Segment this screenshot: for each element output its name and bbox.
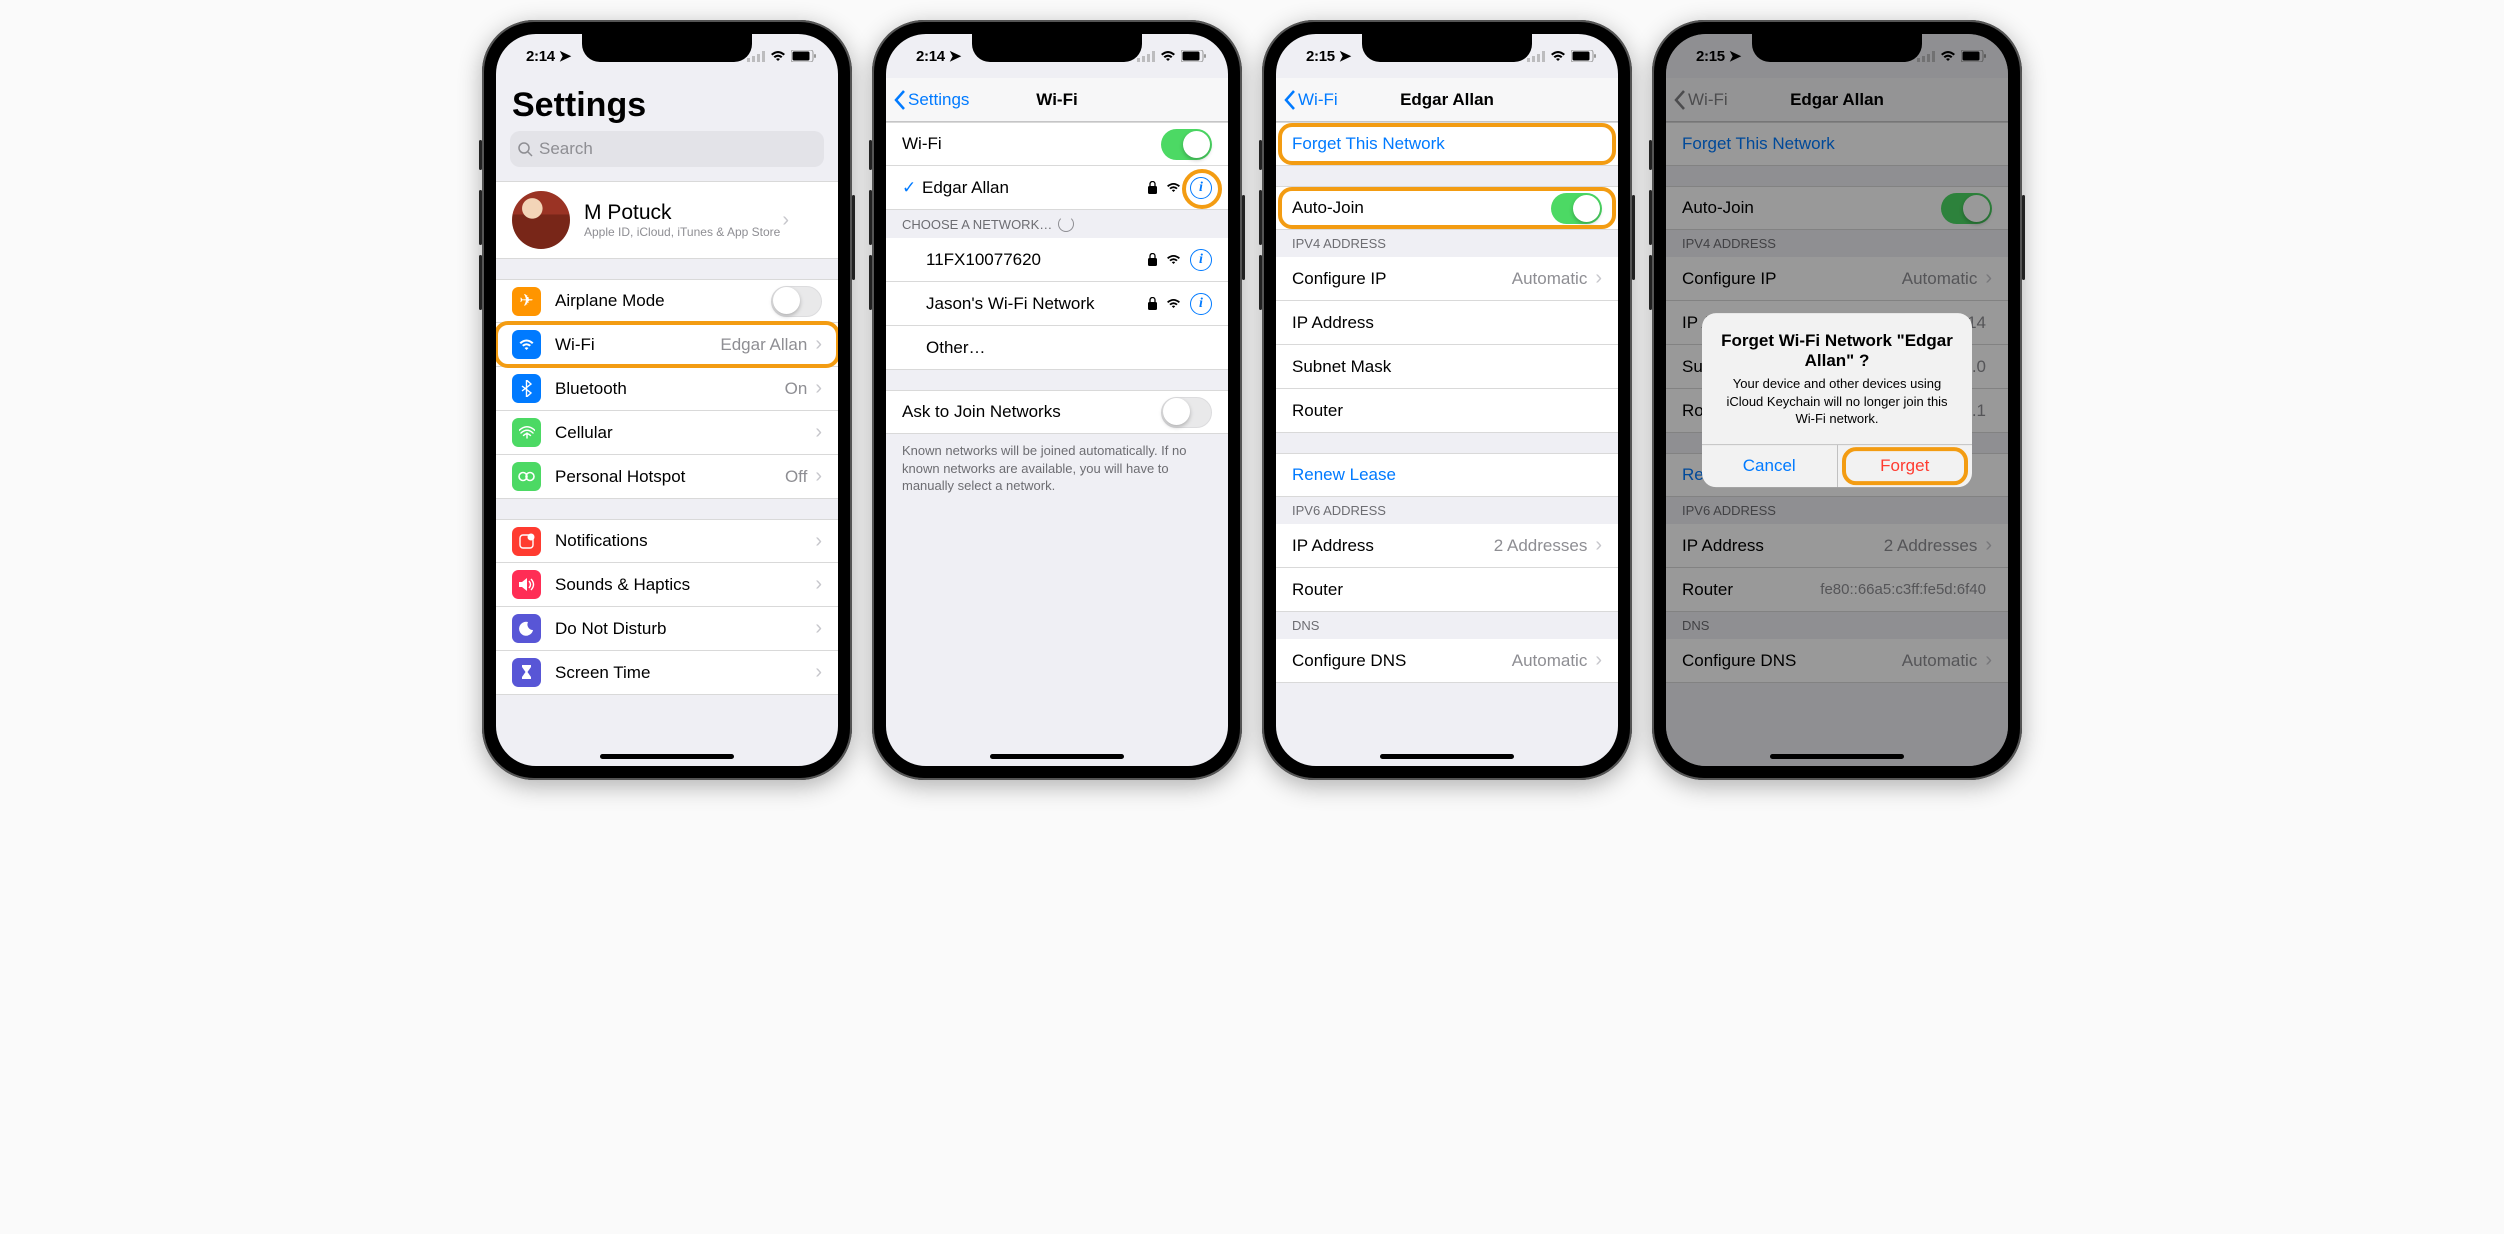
- row-notifications[interactable]: Notifications ›: [496, 519, 838, 563]
- info-icon[interactable]: i: [1190, 293, 1212, 315]
- bluetooth-icon: [512, 374, 541, 403]
- screentime-icon: [512, 658, 541, 687]
- ipv6-router-row: Router: [1276, 568, 1618, 612]
- connected-network-row[interactable]: ✓ Edgar Allan i: [886, 166, 1228, 210]
- alert-title: Forget Wi-Fi Network "Edgar Allan" ?: [1718, 331, 1956, 371]
- avatar: [512, 191, 570, 249]
- configure-ip-row[interactable]: Configure IP Automatic›: [1276, 257, 1618, 301]
- row-cellular[interactable]: Cellular ›: [496, 411, 838, 455]
- airplane-icon: ✈: [512, 287, 541, 316]
- network-row[interactable]: 11FX10077620 i: [886, 238, 1228, 282]
- cellular-icon: [512, 418, 541, 447]
- phone-frame-3: 2:15 ➤ Wi-Fi Edgar Allan Forget This Net…: [1262, 20, 1632, 780]
- home-indicator[interactable]: [990, 754, 1124, 759]
- chevron-left-icon: [894, 90, 906, 110]
- lock-icon: [1148, 181, 1157, 194]
- phone-frame-1: 2:14 ➤ Settings Search M Potuck Apple ID…: [482, 20, 852, 780]
- sounds-icon: [512, 570, 541, 599]
- back-button[interactable]: Wi-Fi: [1284, 90, 1338, 110]
- auto-join-toggle[interactable]: [1551, 193, 1602, 224]
- ipv4-header: IPV4 ADDRESS: [1276, 230, 1618, 257]
- search-input[interactable]: Search: [510, 131, 824, 167]
- nav-bar: Wi-Fi Edgar Allan: [1276, 78, 1618, 122]
- info-icon[interactable]: i: [1190, 249, 1212, 271]
- subnet-mask-row: Subnet Mask: [1276, 345, 1618, 389]
- phone-frame-2: 2:14 ➤ Settings Wi-Fi Wi-Fi ✓: [872, 20, 1242, 780]
- battery-icon: [791, 50, 816, 62]
- network-other-row[interactable]: Other…: [886, 326, 1228, 370]
- dnd-icon: [512, 614, 541, 643]
- back-button[interactable]: Settings: [894, 90, 969, 110]
- forget-network-row[interactable]: Forget This Network: [1276, 122, 1618, 166]
- info-icon[interactable]: i: [1190, 177, 1212, 199]
- ip-address-row: IP Address: [1276, 301, 1618, 345]
- auto-join-row[interactable]: Auto-Join: [1276, 186, 1618, 230]
- phone-frame-4: 2:15 ➤ Wi-Fi Edgar Allan Forget This Net…: [1652, 20, 2022, 780]
- wifi-toggle[interactable]: [1161, 129, 1212, 160]
- hotspot-icon: [512, 462, 541, 491]
- alert-forget-button[interactable]: Forget: [1838, 445, 1973, 487]
- home-indicator[interactable]: [1380, 754, 1514, 759]
- ask-to-join-row[interactable]: Ask to Join Networks: [886, 390, 1228, 434]
- location-icon: ➤: [559, 48, 571, 65]
- forget-alert: Forget Wi-Fi Network "Edgar Allan" ? You…: [1702, 313, 1972, 487]
- ipv6-address-row[interactable]: IP Address 2 Addresses›: [1276, 524, 1618, 568]
- choose-network-header: CHOOSE A NETWORK…: [886, 210, 1228, 238]
- alert-cancel-button[interactable]: Cancel: [1702, 445, 1838, 487]
- ask-toggle[interactable]: [1161, 397, 1212, 428]
- apple-id-row[interactable]: M Potuck Apple ID, iCloud, iTunes & App …: [496, 181, 838, 259]
- check-icon: ✓: [902, 178, 922, 198]
- renew-lease-row[interactable]: Renew Lease: [1276, 453, 1618, 497]
- row-sounds-haptics[interactable]: Sounds & Haptics ›: [496, 563, 838, 607]
- search-icon: [518, 142, 533, 157]
- row-do-not-disturb[interactable]: Do Not Disturb ›: [496, 607, 838, 651]
- wifi-icon: [770, 50, 786, 62]
- row-personal-hotspot[interactable]: Personal Hotspot Off ›: [496, 455, 838, 499]
- wifi-icon: [512, 330, 541, 359]
- row-wifi[interactable]: Wi-Fi Edgar Allan ›: [496, 323, 838, 367]
- notifications-icon: [512, 527, 541, 556]
- wifi-icon: [1166, 182, 1181, 193]
- spinner-icon: [1058, 216, 1074, 232]
- network-row[interactable]: Jason's Wi-Fi Network i: [886, 282, 1228, 326]
- row-airplane-mode[interactable]: ✈ Airplane Mode: [496, 279, 838, 323]
- home-indicator[interactable]: [1770, 754, 1904, 759]
- ipv6-header: IPV6 ADDRESS: [1276, 497, 1618, 524]
- router-row: Router: [1276, 389, 1618, 433]
- airplane-toggle[interactable]: [771, 286, 822, 317]
- row-screen-time[interactable]: Screen Time ›: [496, 651, 838, 695]
- dns-header: DNS: [1276, 612, 1618, 639]
- page-title: Settings: [496, 78, 838, 131]
- wifi-toggle-row[interactable]: Wi-Fi: [886, 122, 1228, 166]
- footer-note: Known networks will be joined automatica…: [886, 434, 1228, 503]
- nav-bar: Settings Wi-Fi: [886, 78, 1228, 122]
- home-indicator[interactable]: [600, 754, 734, 759]
- row-bluetooth[interactable]: Bluetooth On ›: [496, 367, 838, 411]
- alert-body: Your device and other devices using iClo…: [1718, 375, 1956, 428]
- configure-dns-row[interactable]: Configure DNS Automatic›: [1276, 639, 1618, 683]
